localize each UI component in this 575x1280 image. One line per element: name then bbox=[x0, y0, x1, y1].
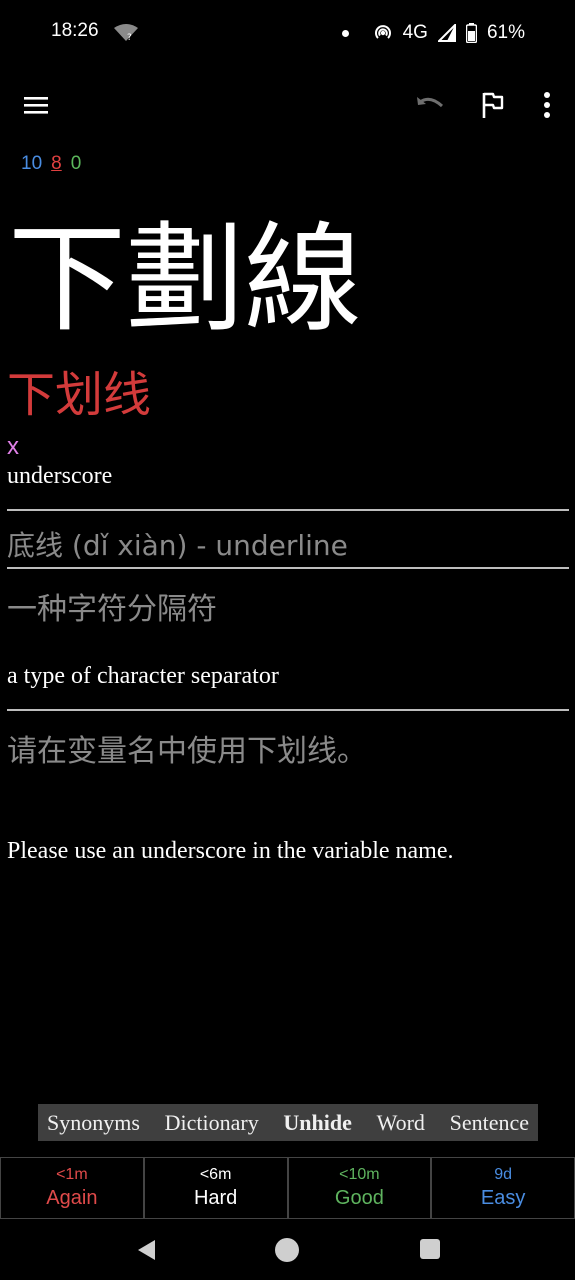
unhide-button[interactable]: Unhide bbox=[283, 1110, 351, 1136]
traditional-characters: 下劃線 bbox=[8, 210, 363, 348]
hard-interval: <6m bbox=[199, 1166, 232, 1183]
divider bbox=[7, 709, 569, 711]
sentence-zh: 请在变量名中使用下划线。 bbox=[7, 734, 367, 769]
dot-icon bbox=[341, 29, 349, 37]
menu-icon[interactable] bbox=[22, 94, 50, 116]
definition-zh: 一种字符分隔符 bbox=[7, 592, 217, 627]
divider bbox=[7, 567, 569, 569]
status-icons: 4G 61% bbox=[341, 20, 525, 46]
back-icon[interactable] bbox=[135, 1238, 157, 1262]
definition-en: a type of character separator bbox=[7, 663, 279, 689]
card-counts: 10 8 0 bbox=[21, 153, 81, 175]
again-button[interactable]: <1m Again bbox=[0, 1157, 144, 1219]
divider bbox=[7, 509, 569, 511]
sentence-en: Please use an underscore in the variable… bbox=[7, 838, 454, 864]
answer-buttons: <1m Again <6m Hard <10m Good 9d Easy bbox=[0, 1157, 575, 1219]
recents-icon[interactable] bbox=[420, 1239, 440, 1259]
easy-button[interactable]: 9d Easy bbox=[431, 1157, 575, 1219]
easy-interval: 9d bbox=[494, 1166, 513, 1183]
synonym-line: 底线 (dǐ xiàn) - underline bbox=[7, 529, 348, 562]
status-time: 18:26 bbox=[51, 20, 99, 41]
flag-icon[interactable] bbox=[480, 91, 506, 119]
signal-icon bbox=[437, 24, 456, 42]
easy-label: Easy bbox=[480, 1187, 526, 1209]
card-action-bar: Synonyms Dictionary Unhide Word Sentence bbox=[38, 1104, 538, 1141]
review-count: 0 bbox=[70, 153, 82, 174]
pinyin: x bbox=[7, 433, 19, 460]
more-vert-icon[interactable] bbox=[537, 90, 557, 120]
hard-button[interactable]: <6m Hard bbox=[143, 1157, 288, 1219]
system-nav-bar bbox=[0, 1220, 575, 1280]
again-label: Again bbox=[46, 1187, 98, 1209]
simplified-characters: 下划线 bbox=[7, 367, 152, 423]
good-interval: <10m bbox=[339, 1166, 380, 1183]
learning-count: 8 bbox=[51, 153, 62, 174]
word-button[interactable]: Word bbox=[377, 1110, 425, 1136]
sentence-button[interactable]: Sentence bbox=[450, 1110, 529, 1136]
status-bar: 18:26 ? 4G 61% bbox=[0, 0, 575, 66]
battery-icon bbox=[465, 23, 477, 43]
battery-percent: 61% bbox=[486, 22, 525, 43]
hard-label: Hard bbox=[193, 1187, 238, 1209]
meaning: underscore bbox=[7, 463, 113, 489]
good-button[interactable]: <10m Good bbox=[287, 1157, 432, 1219]
home-icon[interactable] bbox=[275, 1238, 299, 1262]
undo-icon[interactable] bbox=[414, 91, 446, 117]
good-label: Good bbox=[334, 1187, 384, 1209]
new-count: 10 bbox=[21, 153, 43, 174]
toolbar bbox=[0, 76, 575, 136]
wifi-question-icon: ? bbox=[114, 24, 138, 42]
again-interval: <1m bbox=[56, 1166, 88, 1183]
network-type: 4G bbox=[402, 22, 428, 43]
svg-text:?: ? bbox=[127, 33, 132, 42]
hotspot-icon bbox=[374, 25, 391, 39]
dictionary-button[interactable]: Dictionary bbox=[165, 1110, 259, 1136]
synonyms-button[interactable]: Synonyms bbox=[47, 1110, 140, 1136]
